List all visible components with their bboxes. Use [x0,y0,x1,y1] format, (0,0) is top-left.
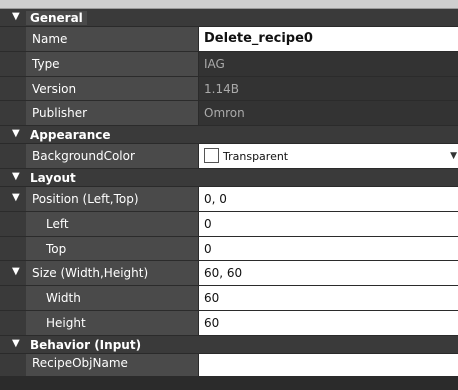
row-gutter: ▼ [0,186,26,211]
color-swatch [204,148,219,164]
recipe-obj-name-field[interactable] [199,353,458,376]
property-row-name: Name Delete_recipe0 [0,27,458,52]
category-label: Appearance [30,128,111,143]
row-gutter [0,353,26,376]
window-top-edge [0,0,458,9]
color-value: Transparent [223,150,289,164]
property-label: Height [26,310,199,335]
property-label: BackgroundColor [26,144,199,168]
collapse-icon[interactable]: ▼ [12,192,20,203]
chevron-down-icon[interactable]: ▼ [450,144,457,168]
property-row-version: Version 1.14B [0,76,458,102]
row-gutter [0,211,26,236]
property-label: Top [26,236,199,261]
row-gutter [0,310,26,335]
row-gutter [0,27,26,51]
property-label: Width [26,286,199,310]
collapse-icon[interactable]: ▼ [12,266,20,277]
width-field[interactable]: 60 [199,286,458,310]
type-value: IAG [199,51,458,76]
collapse-icon[interactable]: ▼ [12,338,20,349]
property-label: Version [26,76,199,101]
property-row-backgroundcolor: BackgroundColor Transparent ▼ [0,144,458,169]
property-row-height: Height 60 [0,310,458,336]
row-gutter [0,144,26,168]
category-label: General [26,11,87,25]
row-gutter [0,76,26,101]
category-layout[interactable]: ▼ Layout [0,168,458,187]
row-gutter [0,101,26,126]
background-color-select[interactable]: Transparent ▼ [199,144,458,168]
category-label: Layout [30,170,76,185]
property-label: Left [26,211,199,236]
size-field[interactable]: 60, 60 [199,261,458,286]
property-label: Publisher [26,101,199,126]
row-gutter [0,51,26,76]
property-row-publisher: Publisher Omron [0,101,458,127]
publisher-value: Omron [199,101,458,126]
collapse-icon[interactable]: ▼ [12,11,20,22]
left-field[interactable]: 0 [199,211,458,236]
row-gutter [0,286,26,310]
property-label: Type [26,51,199,76]
collapse-icon[interactable]: ▼ [12,128,20,139]
category-general[interactable]: ▼ General [0,9,458,27]
property-label: Size (Width,Height) [26,261,199,286]
row-gutter [0,236,26,261]
property-label: Position (Left,Top) [26,186,199,211]
collapse-icon[interactable]: ▼ [12,171,20,182]
property-row-recipeobjname: RecipeObjName [0,353,458,376]
property-row-top: Top 0 [0,236,458,262]
category-label: Behavior (Input) [30,337,142,352]
position-field[interactable]: 0, 0 [199,186,458,211]
property-label: RecipeObjName [26,353,199,376]
property-row-left: Left 0 [0,211,458,237]
property-row-position: ▼ Position (Left,Top) 0, 0 [0,186,458,212]
property-label: Name [26,27,199,51]
top-field[interactable]: 0 [199,236,458,261]
property-row-width: Width 60 [0,286,458,311]
name-field[interactable]: Delete_recipe0 [199,27,458,51]
category-appearance[interactable]: ▼ Appearance [0,126,458,145]
row-gutter: ▼ [0,261,26,286]
category-behavior-input[interactable]: ▼ Behavior (Input) [0,335,458,354]
property-row-size: ▼ Size (Width,Height) 60, 60 [0,261,458,287]
height-field[interactable]: 60 [199,310,458,335]
version-value: 1.14B [199,76,458,101]
property-row-type: Type IAG [0,51,458,77]
property-grid: ▼ General Name Delete_recipe0 Type IAG V… [0,9,458,376]
